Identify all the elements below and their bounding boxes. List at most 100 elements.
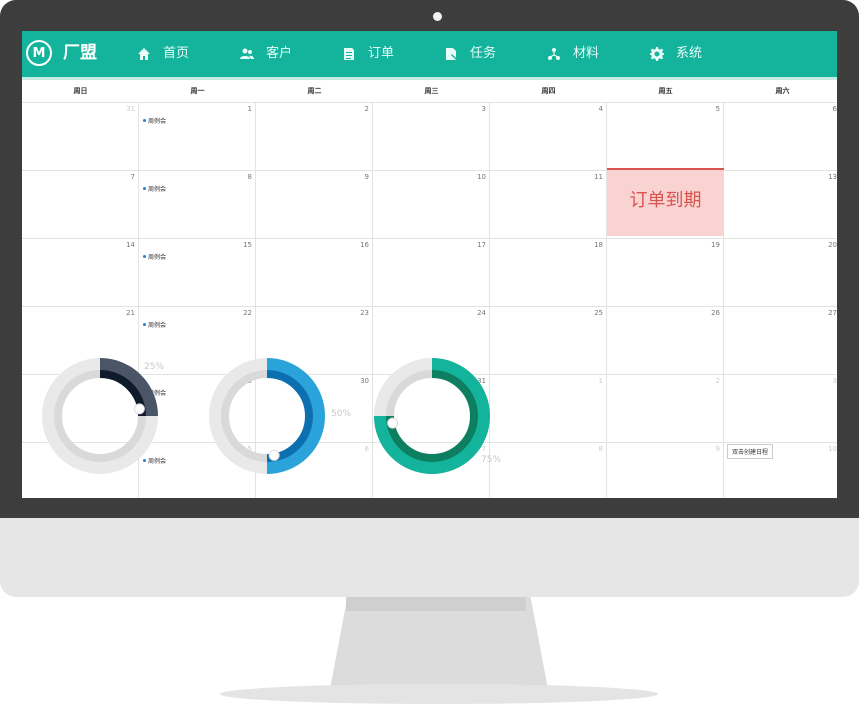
calendar-day-cell[interactable]: 31: [22, 103, 139, 171]
calendar-day-cell[interactable]: 1: [490, 375, 607, 443]
nav-item-customers[interactable]: 客户: [240, 45, 292, 63]
calendar-day-cell[interactable]: 9: [256, 171, 373, 239]
nav-item-label: 材料: [573, 46, 600, 61]
calendar-week-row: 14 15 周例会 16 17 18 19 20: [22, 239, 837, 307]
calendar-day-cell[interactable]: 9: [607, 443, 724, 498]
calendar-day-cell[interactable]: 3: [724, 375, 837, 443]
weekly-meeting-event[interactable]: 周例会: [143, 320, 166, 329]
users-icon: [240, 48, 254, 59]
calendar-day-cell[interactable]: 8: [490, 443, 607, 498]
calendar-day-cell[interactable]: 17: [373, 239, 490, 307]
calendar-day-cell[interactable]: 27: [724, 307, 837, 375]
day-number: 22: [243, 309, 252, 317]
calendar-day-cell[interactable]: 14: [22, 239, 139, 307]
event-dot-icon: [143, 119, 146, 122]
weekly-meeting-event[interactable]: 周例会: [143, 116, 166, 125]
app-screen: M 厂盟 首页 客户 订单 任务 材料 系统 周日 周一 周二 周三 周四 周五…: [22, 31, 837, 498]
logo-text[interactable]: 厂盟: [63, 43, 97, 63]
calendar-day-cell[interactable]: 4: [490, 103, 607, 171]
day-number: 10: [828, 445, 837, 453]
weekly-meeting-event[interactable]: 周例会: [143, 184, 166, 193]
day-number: 2: [364, 105, 369, 113]
calendar-day-cell[interactable]: 1 周例会: [139, 103, 256, 171]
order-due-event[interactable]: 订单到期: [607, 168, 724, 236]
monitor-chin: [0, 518, 859, 597]
day-number: 1: [598, 377, 603, 385]
calendar-day-cell[interactable]: 18: [490, 239, 607, 307]
day-number: 20: [828, 241, 837, 249]
day-number: 15: [243, 241, 252, 249]
calendar-day-cell[interactable]: 16: [256, 239, 373, 307]
gauge-75-percent: [374, 358, 490, 474]
day-number: 5: [715, 105, 720, 113]
event-dot-icon: [143, 323, 146, 326]
day-number: 14: [126, 241, 135, 249]
day-number: 3: [832, 377, 837, 385]
calendar-day-cell[interactable]: 8 周例会: [139, 171, 256, 239]
day-number: 4: [598, 105, 603, 113]
calendar-day-cell[interactable]: 25: [490, 307, 607, 375]
calendar-day-cell[interactable]: 7: [22, 171, 139, 239]
weekday-mon: 周一: [190, 87, 205, 95]
calendar-day-cell[interactable]: 15 周例会: [139, 239, 256, 307]
nav-item-tasks[interactable]: 任务: [444, 45, 496, 63]
event-label: 周例会: [148, 254, 167, 261]
calendar-day-cell[interactable]: 13: [724, 171, 837, 239]
day-number: 6: [364, 445, 369, 453]
weekday-tue: 周二: [307, 87, 322, 95]
calendar-day-cell[interactable]: 5: [607, 103, 724, 171]
material-icon: [548, 48, 560, 60]
top-navbar: M 厂盟 首页 客户 订单 任务 材料 系统: [22, 31, 837, 80]
weekly-meeting-event[interactable]: 周例会: [143, 252, 166, 261]
gauge-50-percent: [209, 358, 325, 474]
day-number: 21: [126, 309, 135, 317]
day-number: 6: [832, 105, 837, 113]
event-dot-icon: [143, 187, 146, 190]
calendar-week-row: 31 1 周例会 2 3 4 5 6: [22, 103, 837, 171]
nav-item-orders[interactable]: 订单: [342, 45, 394, 63]
day-number: 23: [360, 309, 369, 317]
day-number: 3: [481, 105, 486, 113]
calendar-day-cell[interactable]: 11: [490, 171, 607, 239]
calendar-day-cell[interactable]: 10: [373, 171, 490, 239]
day-number: 11: [594, 173, 603, 181]
nav-item-home[interactable]: 首页: [137, 45, 189, 63]
home-icon: [138, 48, 150, 60]
calendar-day-cell[interactable]: 2: [607, 375, 724, 443]
calendar-day-cell[interactable]: 19: [607, 239, 724, 307]
task-icon: [446, 48, 457, 60]
gauge-knob: [387, 417, 399, 429]
event-label: 周例会: [148, 322, 167, 329]
logo-icon[interactable]: M: [26, 40, 52, 66]
event-label: 周例会: [148, 118, 167, 125]
day-number: 18: [594, 241, 603, 249]
calendar-weekday-header: 周日 周一 周二 周三 周四 周五 周六: [22, 80, 837, 103]
day-number: 30: [360, 377, 369, 385]
weekday-sun: 周日: [73, 87, 88, 95]
day-number: 25: [594, 309, 603, 317]
calendar-day-cell[interactable]: 26: [607, 307, 724, 375]
weekday-thu: 周四: [541, 87, 556, 95]
weekday-fri: 周五: [658, 87, 673, 95]
nav-item-materials[interactable]: 材料: [547, 45, 599, 63]
gauge-label: 50%: [331, 409, 352, 419]
gauge-25-percent: [42, 358, 158, 474]
weekday-sat: 周六: [775, 87, 790, 95]
calendar-day-cell[interactable]: 2: [256, 103, 373, 171]
nav-item-label: 系统: [676, 46, 703, 61]
day-number: 19: [711, 241, 720, 249]
gauge-label: 25%: [144, 362, 165, 372]
day-number: 7: [130, 173, 135, 181]
event-label: 周例会: [148, 186, 167, 193]
event-dot-icon: [143, 255, 146, 258]
nav-item-system[interactable]: 系统: [650, 45, 702, 63]
calendar-day-cell[interactable]: 20: [724, 239, 837, 307]
weekday-wed: 周三: [424, 87, 439, 95]
calendar-day-cell[interactable]: 3: [373, 103, 490, 171]
calendar-day-cell[interactable]: 6: [724, 103, 837, 171]
document-icon: [344, 48, 354, 60]
day-number: 1: [247, 105, 252, 113]
day-number: 9: [715, 445, 720, 453]
monitor-stand-shadow: [346, 597, 526, 611]
day-number: 24: [477, 309, 486, 317]
